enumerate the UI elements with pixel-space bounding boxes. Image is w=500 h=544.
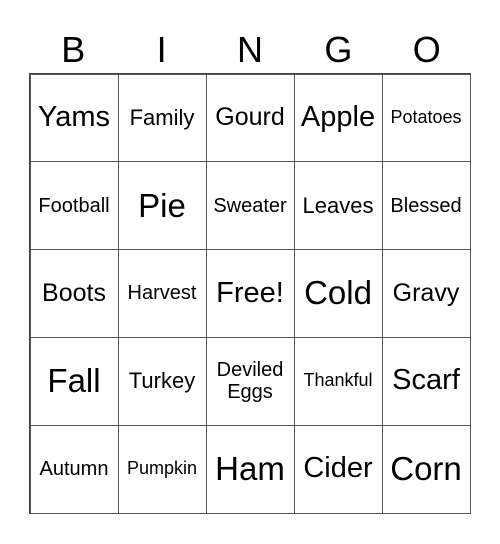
header-letter-o: O [412, 29, 441, 70]
bingo-cell[interactable]: Gourd [205, 73, 295, 163]
bingo-cell[interactable]: Turkey [117, 336, 207, 426]
bingo-cell[interactable]: Corn [381, 424, 471, 514]
free-space-cell[interactable]: Free! [205, 249, 295, 338]
bingo-header: B I N G O [29, 28, 471, 72]
bingo-cell[interactable]: Boots [29, 249, 119, 338]
bingo-cell[interactable]: Thankful [293, 336, 383, 426]
bingo-cell[interactable]: Pie [117, 161, 207, 251]
header-letter-n: N [236, 29, 263, 70]
header-letter-b: B [61, 29, 86, 70]
bingo-cell[interactable]: Pumpkin [117, 424, 207, 514]
bingo-cell[interactable]: Apple [293, 73, 383, 163]
bingo-cell[interactable]: Fall [29, 336, 119, 426]
header-letter-i: I [156, 29, 167, 70]
header-letter-g: G [324, 29, 353, 70]
bingo-cell[interactable]: Autumn [29, 424, 119, 514]
bingo-cell[interactable]: Football [29, 161, 119, 251]
bingo-cell[interactable]: Family [117, 73, 207, 163]
bingo-cell[interactable]: Yams [29, 73, 119, 163]
bingo-cell[interactable]: Leaves [293, 161, 383, 251]
bingo-cell[interactable]: Ham [205, 424, 295, 514]
bingo-cell[interactable]: Sweater [205, 161, 295, 251]
bingo-cell[interactable]: Gravy [381, 249, 471, 338]
bingo-grid: Yams Family Gourd Apple Potatoes Footbal… [29, 73, 471, 514]
bingo-cell[interactable]: Cold [293, 249, 383, 338]
bingo-cell[interactable]: Potatoes [381, 73, 471, 163]
bingo-cell[interactable]: Blessed [381, 161, 471, 251]
bingo-cell[interactable]: Harvest [117, 249, 207, 338]
bingo-cell[interactable]: Scarf [381, 336, 471, 426]
bingo-cell[interactable]: Cider [293, 424, 383, 514]
bingo-cell[interactable]: Deviled Eggs [205, 336, 295, 426]
